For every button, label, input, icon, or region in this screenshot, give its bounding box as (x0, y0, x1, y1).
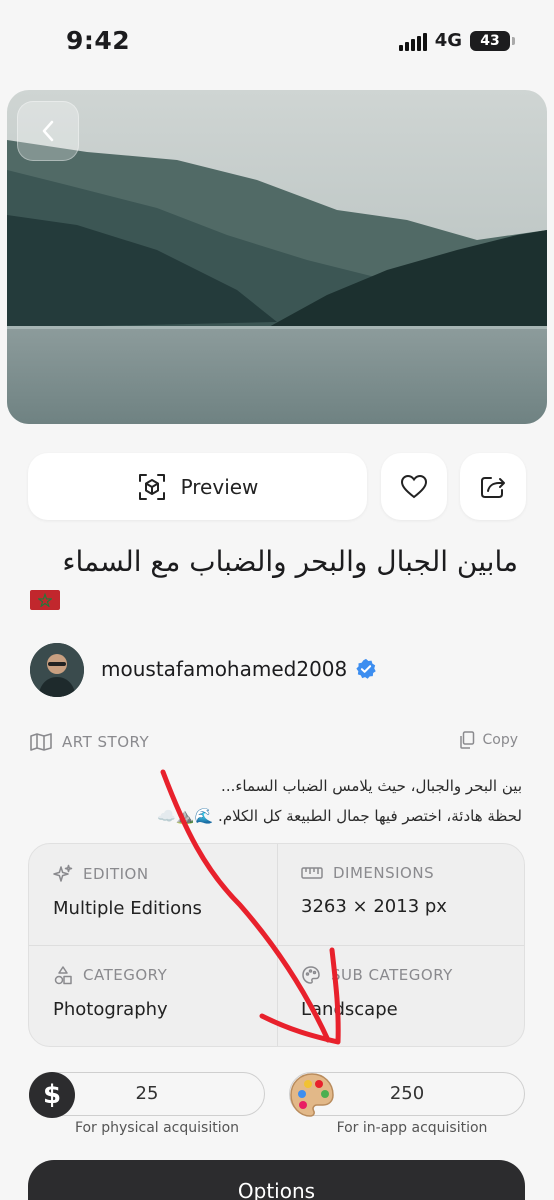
chevron-left-icon (42, 120, 54, 142)
dollar-icon: $ (29, 1072, 75, 1118)
share-icon (481, 476, 505, 498)
ar-cube-icon (138, 473, 165, 500)
status-time: 9:42 (66, 26, 131, 55)
status-indicators: 4G 43 (398, 30, 515, 51)
in-app-price-caption: For in-app acquisition (336, 1120, 488, 1136)
copy-button[interactable]: Copy (459, 731, 518, 749)
in-app-price-value: 250 (389, 1083, 425, 1104)
status-bar: 9:42 4G 43 (0, 0, 554, 80)
preview-button[interactable]: Preview (28, 453, 367, 520)
book-map-icon (30, 733, 52, 751)
like-button[interactable] (381, 453, 447, 520)
signal-icon (398, 31, 427, 51)
preview-label: Preview (180, 474, 259, 499)
dimensions-value: 3263 × 2013 px (301, 896, 447, 917)
story-line: لحظة هادئة، اختصر فيها جمال الطبيعة كل ا… (157, 807, 522, 825)
options-button[interactable]: Options (28, 1160, 525, 1200)
art-story-text: بين البحر والجبال، حيث يلامس الضباب السم… (22, 771, 522, 831)
artwork-image[interactable] (7, 90, 547, 424)
dimensions-label: DIMENSIONS (333, 864, 435, 882)
author-avatar[interactable] (30, 643, 84, 697)
art-story-header: ART STORY (30, 733, 149, 751)
share-button[interactable] (460, 453, 526, 520)
battery-level: 43 (480, 32, 500, 49)
art-story-label: ART STORY (62, 733, 150, 751)
physical-price-value: 25 (135, 1083, 159, 1104)
palette-coin-icon (289, 1072, 335, 1118)
physical-price-caption: For physical acquisition (74, 1120, 240, 1136)
network-label: 4G (434, 30, 462, 51)
sparkles-icon (53, 864, 73, 882)
copy-icon (460, 731, 475, 749)
sub-category-label: SUB CATEGORY (331, 966, 453, 984)
morocco-flag-icon (30, 590, 60, 610)
dimensions-cell: DIMENSIONS 3263 × 2013 px (277, 844, 524, 945)
author-name: moustafamohamed2008 (101, 657, 348, 681)
heart-icon (400, 474, 428, 498)
category-value: Photography (53, 999, 168, 1020)
ruler-icon (301, 867, 323, 879)
edition-label: EDITION (83, 865, 149, 883)
palette-icon (302, 966, 320, 984)
sub-category-cell: SUB CATEGORY Landscape (277, 945, 524, 1046)
copy-label: Copy (482, 732, 518, 748)
artwork-title: مابين الجبال والبحر والضباب مع السماء (62, 545, 518, 578)
category-label: CATEGORY (83, 966, 168, 984)
details-grid: EDITION Multiple Editions DIMENSIONS 326… (28, 843, 525, 1047)
back-button[interactable] (17, 101, 79, 161)
author-row[interactable]: moustafamohamed2008 (101, 657, 377, 681)
battery-icon: 43 (470, 30, 515, 51)
story-line: بين البحر والجبال، حيث يلامس الضباب السم… (221, 777, 522, 795)
edition-value: Multiple Editions (53, 898, 202, 919)
category-cell: CATEGORY Photography (29, 945, 277, 1046)
sub-category-value: Landscape (301, 999, 398, 1020)
shapes-icon (54, 966, 72, 985)
verified-badge-icon (356, 658, 376, 679)
edition-cell: EDITION Multiple Editions (29, 844, 277, 945)
